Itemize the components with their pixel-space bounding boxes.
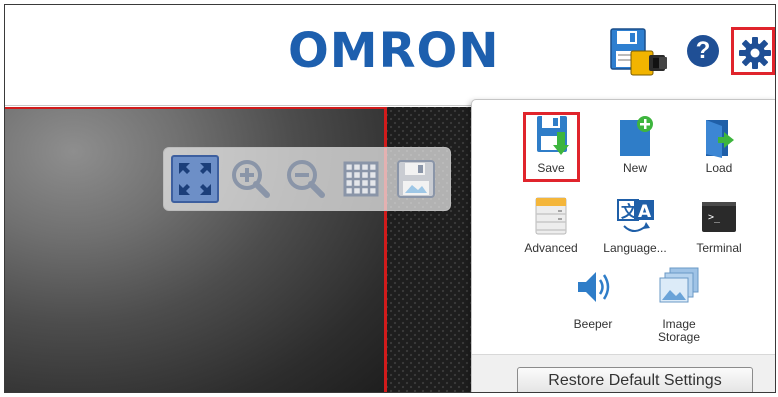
advanced-icon [528, 194, 574, 240]
menu-item-new[interactable]: New [598, 114, 672, 175]
zoom-out-icon [282, 160, 330, 207]
save-icon [528, 114, 574, 160]
image-storage-icon [656, 264, 702, 310]
load-icon [696, 114, 742, 160]
menu-item-save-label: Save [537, 161, 565, 175]
svg-text:A: A [638, 202, 652, 222]
menu-item-advanced-label: Advanced [524, 241, 578, 255]
menu-item-load-label: Load [705, 161, 733, 175]
fit-to-window-button[interactable] [171, 155, 219, 203]
image-toolbar [163, 147, 451, 211]
settings-gear-button[interactable] [731, 27, 775, 75]
header-bar: OMRON ? [5, 5, 775, 106]
menu-item-image-storage-label: Image Storage [657, 317, 701, 344]
save-image-button[interactable] [392, 155, 440, 203]
menu-item-beeper-label: Beeper [573, 317, 613, 331]
menu-item-load[interactable]: Load [682, 114, 756, 175]
zoom-in-icon [227, 160, 275, 207]
menu-item-terminal-label: Terminal [696, 241, 742, 255]
menu-item-image-storage[interactable]: Image Storage [642, 264, 716, 344]
terminal-icon: >_ [696, 194, 742, 240]
gear-icon [738, 36, 772, 75]
zoom-out-button[interactable] [282, 155, 330, 203]
menu-item-language-label: Language... [603, 241, 667, 255]
menu-item-beeper[interactable]: Beeper [556, 264, 630, 331]
menu-item-advanced[interactable]: Advanced [514, 194, 588, 255]
new-file-icon [612, 114, 658, 160]
menu-item-language[interactable]: 文 A Language... [598, 194, 672, 255]
zoom-in-button[interactable] [227, 155, 275, 203]
restore-default-settings-button[interactable]: Restore Default Settings [517, 367, 753, 392]
speaker-icon [570, 264, 616, 310]
app-window: OMRON ? Save New Load Advanced 文 A Langu… [4, 4, 776, 393]
terminal-prompt: >_ [708, 212, 721, 223]
grid-button[interactable] [337, 155, 385, 203]
menu-item-terminal[interactable]: >_ Terminal [682, 194, 756, 255]
menu-item-save[interactable]: Save [514, 114, 588, 175]
grid-icon [337, 161, 385, 207]
menu-item-new-label: New [622, 161, 647, 175]
save-image-icon [392, 160, 440, 207]
fit-to-window-icon [173, 163, 217, 205]
restore-footer: Restore Default Settings [472, 354, 775, 392]
language-icon: 文 A [612, 194, 658, 240]
settings-menu: Save New Load Advanced 文 A Language... >… [471, 99, 775, 392]
save-to-camera-icon[interactable] [609, 27, 669, 87]
brand-logo: OMRON [288, 23, 500, 79]
help-icon[interactable]: ? [687, 35, 719, 67]
